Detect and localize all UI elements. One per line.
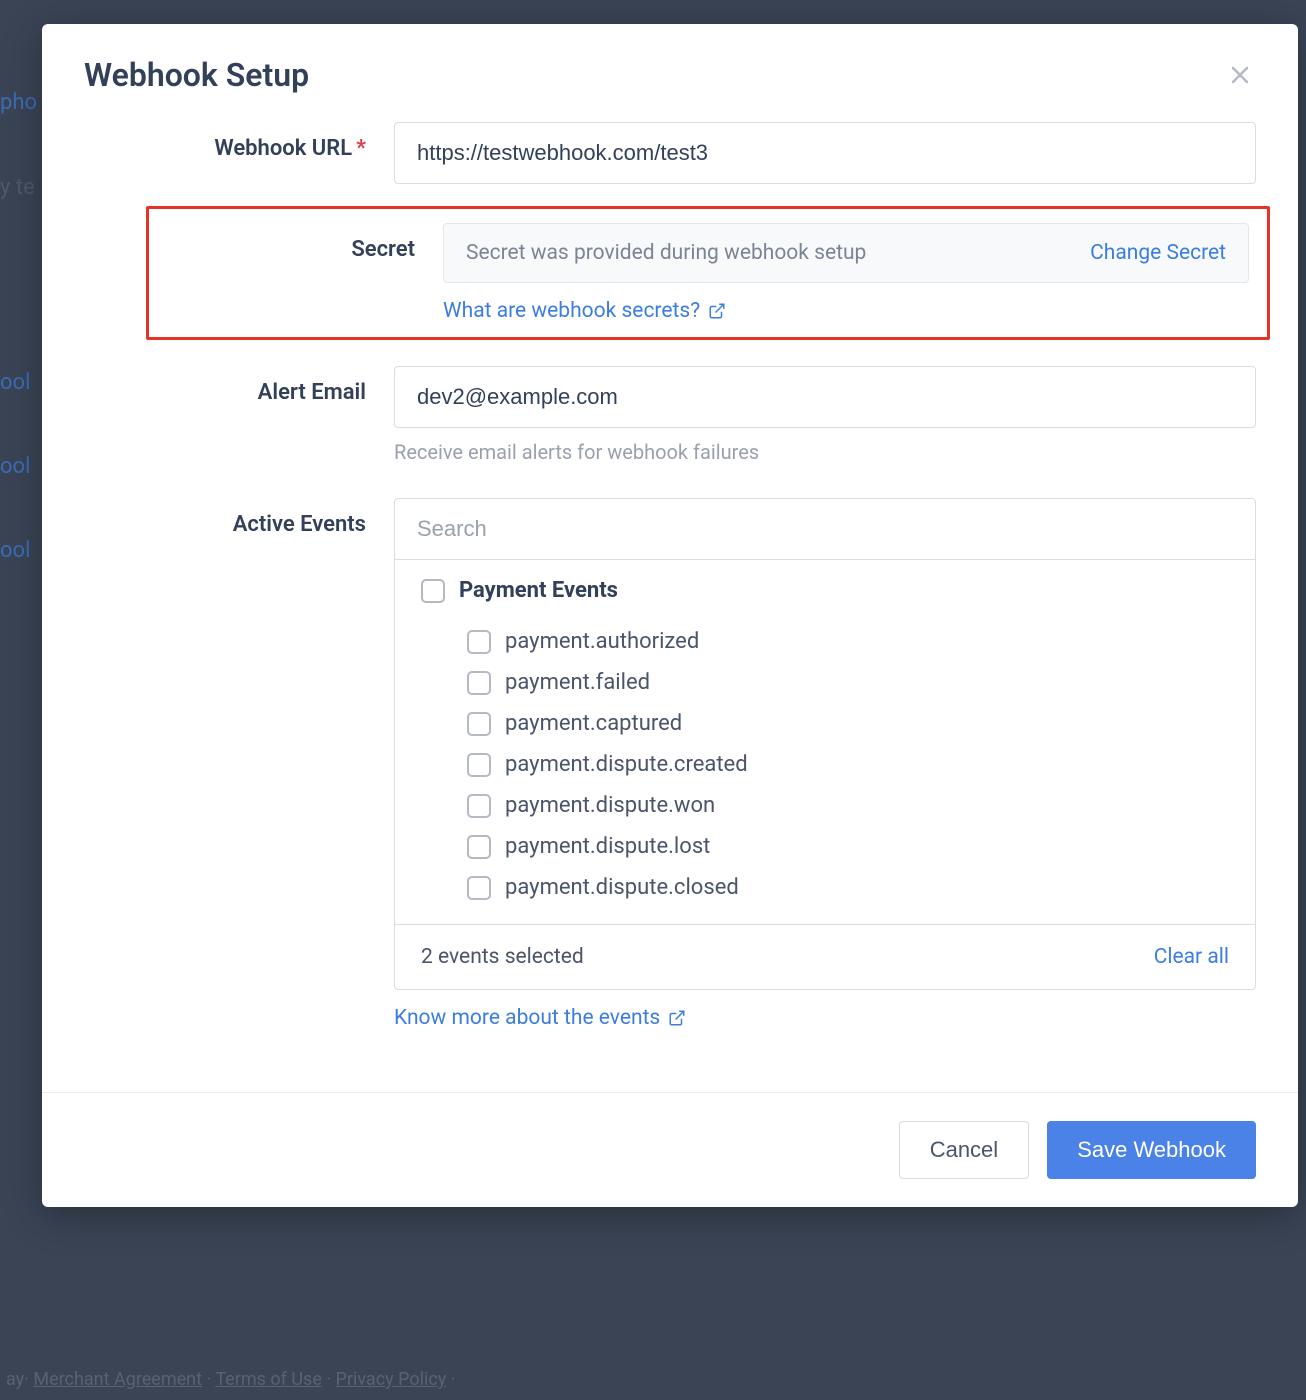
event-checkbox[interactable]: [467, 794, 491, 818]
webhook-setup-modal: Webhook Setup Webhook URL* Secret: [42, 24, 1298, 1207]
legal-prefix: ay·: [6, 1369, 29, 1390]
legal-terms[interactable]: Terms of Use: [215, 1369, 322, 1390]
event-name: payment.dispute.closed: [505, 875, 739, 900]
event-checkbox[interactable]: [467, 712, 491, 736]
cancel-button[interactable]: Cancel: [899, 1121, 1029, 1179]
secret-placeholder-text: Secret was provided during webhook setup: [466, 241, 866, 265]
event-group-header: Payment Events: [421, 578, 1229, 603]
secret-help-link[interactable]: What are webhook secrets?: [443, 299, 726, 323]
help-link-text: What are webhook secrets?: [443, 299, 700, 323]
event-item: payment.dispute.closed: [421, 867, 1229, 908]
know-more-text: Know more about the events: [394, 1006, 660, 1030]
legal-sep: ·: [326, 1369, 335, 1390]
event-group-title: Payment Events: [459, 578, 618, 603]
webhook-url-label: Webhook URL*: [84, 122, 394, 161]
change-secret-link[interactable]: Change Secret: [1090, 241, 1226, 265]
event-name: payment.captured: [505, 711, 682, 736]
event-item: payment.captured: [421, 703, 1229, 744]
group-checkbox[interactable]: [421, 579, 445, 603]
event-item: payment.dispute.won: [421, 785, 1229, 826]
legal-privacy[interactable]: Privacy Policy: [336, 1369, 447, 1390]
events-search-input[interactable]: [395, 499, 1255, 560]
event-item: payment.dispute.lost: [421, 826, 1229, 867]
legal-sep: ·: [206, 1369, 215, 1390]
bg-text: pho: [0, 90, 37, 115]
bg-text: ool: [0, 538, 30, 563]
secret-label: Secret: [149, 223, 443, 262]
secret-row: Secret Secret was provided during webhoo…: [84, 206, 1256, 340]
footer-legal: ay· Merchant Agreement · Terms of Use · …: [6, 1369, 456, 1390]
external-link-icon: [708, 302, 726, 320]
event-item: payment.authorized: [421, 621, 1229, 662]
save-webhook-button[interactable]: Save Webhook: [1047, 1121, 1256, 1179]
bg-text: ool: [0, 370, 30, 395]
event-item: payment.failed: [421, 662, 1229, 703]
close-button[interactable]: [1224, 59, 1256, 91]
secret-display-box: Secret was provided during webhook setup…: [443, 223, 1249, 283]
webhook-url-input[interactable]: [394, 122, 1256, 184]
event-item: payment.dispute.created: [421, 744, 1229, 785]
bg-text: y te: [0, 175, 35, 200]
label-text: Webhook URL: [214, 136, 352, 161]
webhook-url-row: Webhook URL*: [84, 122, 1256, 184]
events-list: Payment Events payment.authorized paymen…: [395, 560, 1255, 925]
external-link-icon: [668, 1009, 686, 1027]
alert-email-hint: Receive email alerts for webhook failure…: [394, 440, 1256, 464]
modal-footer: Cancel Save Webhook: [42, 1092, 1298, 1207]
alert-email-label: Alert Email: [84, 366, 394, 405]
legal-merchant[interactable]: Merchant Agreement: [33, 1369, 202, 1390]
events-panel: Payment Events payment.authorized paymen…: [394, 498, 1256, 990]
event-checkbox[interactable]: [467, 671, 491, 695]
event-name: payment.dispute.lost: [505, 834, 710, 859]
events-know-more-link[interactable]: Know more about the events: [394, 1006, 686, 1030]
alert-email-row: Alert Email Receive email alerts for web…: [84, 366, 1256, 464]
modal-title: Webhook Setup: [84, 56, 309, 94]
modal-body: Webhook URL* Secret Secret was provided …: [42, 122, 1298, 1092]
secret-highlight-box: Secret Secret was provided during webhoo…: [146, 206, 1270, 340]
events-footer: 2 events selected Clear all: [395, 925, 1255, 989]
event-name: payment.failed: [505, 670, 650, 695]
close-icon: [1228, 63, 1252, 87]
clear-all-link[interactable]: Clear all: [1154, 945, 1229, 969]
event-checkbox[interactable]: [467, 630, 491, 654]
active-events-row: Active Events Payment Events payment.aut…: [84, 498, 1256, 1030]
bg-text: ool: [0, 454, 30, 479]
events-selected-count: 2 events selected: [421, 945, 584, 969]
event-name: payment.dispute.won: [505, 793, 715, 818]
event-checkbox[interactable]: [467, 835, 491, 859]
event-checkbox[interactable]: [467, 876, 491, 900]
event-name: payment.authorized: [505, 629, 699, 654]
active-events-label: Active Events: [84, 498, 394, 537]
required-asterisk: *: [356, 136, 366, 161]
event-checkbox[interactable]: [467, 753, 491, 777]
alert-email-input[interactable]: [394, 366, 1256, 428]
event-name: payment.dispute.created: [505, 752, 748, 777]
modal-header: Webhook Setup: [42, 24, 1298, 122]
